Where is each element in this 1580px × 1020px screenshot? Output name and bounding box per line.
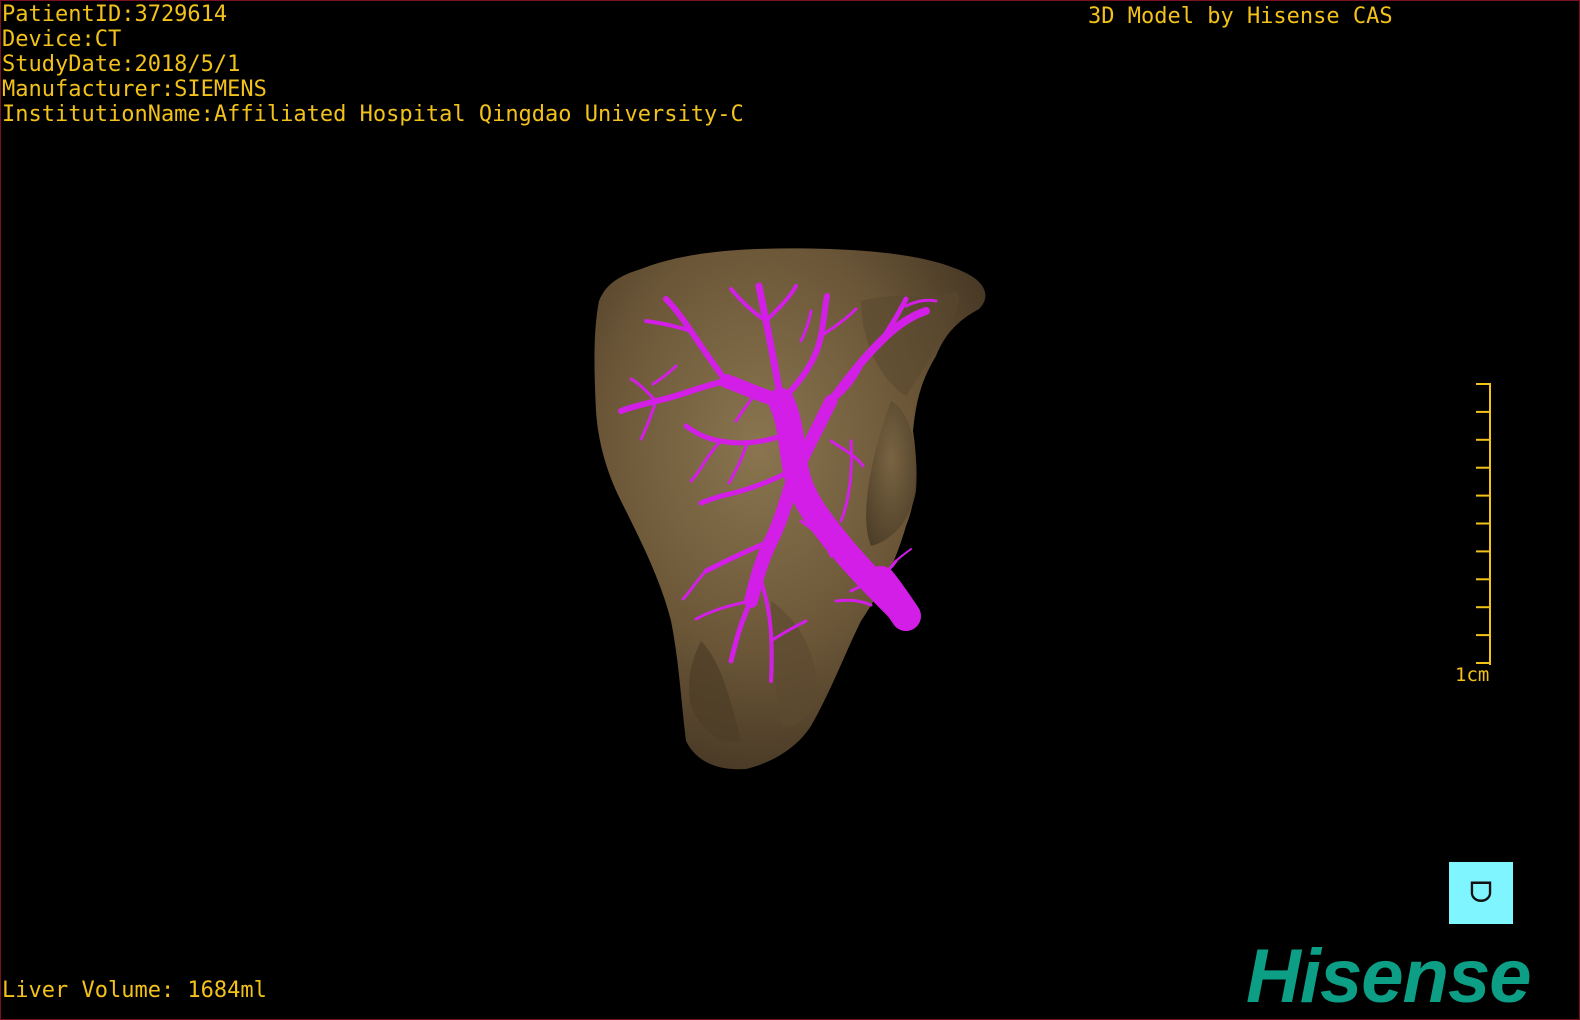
institution-text: InstitutionName:Affiliated Hospital Qing… [2, 102, 744, 127]
scale-bar [1476, 383, 1491, 665]
3d-render[interactable] [1, 1, 1579, 1019]
3d-viewport[interactable]: PatientID:3729614 Device:CT StudyDate:20… [0, 0, 1580, 1020]
liver-volume-text: Liver Volume: 1684ml [2, 978, 267, 1003]
study-date-text: StudyDate:2018/5/1 [2, 52, 241, 77]
manufacturer-text: Manufacturer:SIEMENS [2, 77, 267, 102]
dicom-info-overlay: PatientID:3729614 Device:CT StudyDate:20… [2, 2, 744, 127]
scale-bar-label: 1cm [1455, 664, 1490, 686]
orientation-cube-icon[interactable]: ᗜ [1449, 862, 1513, 924]
device-text: Device:CT [2, 27, 122, 52]
hisense-logo: Hisense [1246, 934, 1531, 1019]
model-credit-text: 3D Model by Hisense CAS [1088, 4, 1393, 29]
patient-id-text: PatientID:3729614 [2, 2, 228, 27]
